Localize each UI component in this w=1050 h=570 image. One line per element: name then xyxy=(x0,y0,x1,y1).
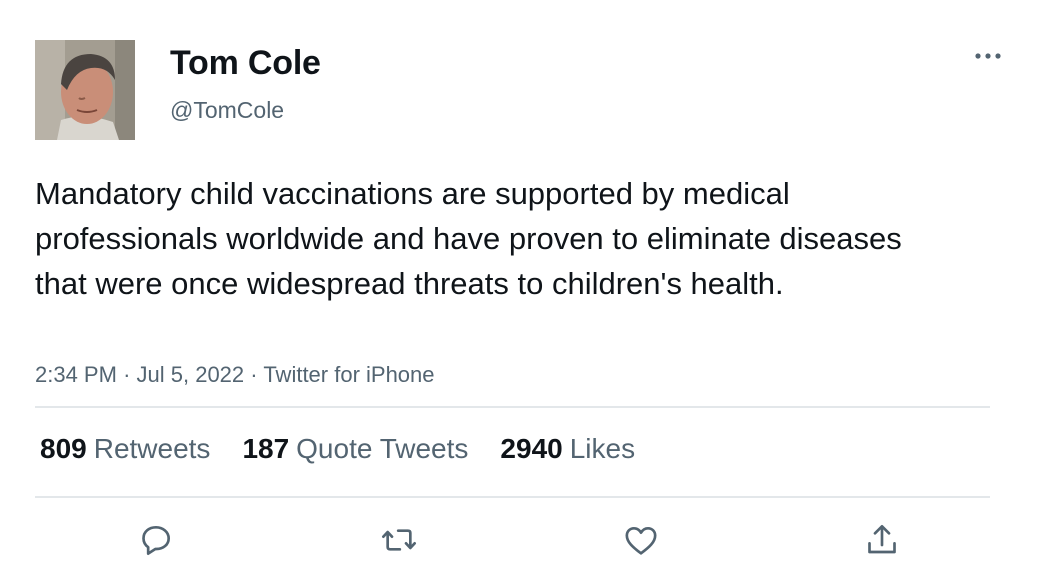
likes-count: 2940 xyxy=(500,433,563,464)
reply-icon xyxy=(142,526,171,555)
meta-separator: · xyxy=(123,362,131,387)
tweet-source[interactable]: Twitter for iPhone xyxy=(263,362,434,387)
tweet-text: Mandatory child vaccinations are support… xyxy=(35,176,902,301)
retweet-button[interactable] xyxy=(377,518,421,562)
author-handle[interactable]: @TomCole xyxy=(170,96,284,124)
more-options-button[interactable] xyxy=(970,44,1006,68)
avatar-photo xyxy=(35,40,135,140)
retweets-label: Retweets xyxy=(93,433,211,464)
likes-label: Likes xyxy=(569,433,636,464)
tweet-meta: 2:34 PM · Jul 5, 2022 · Twitter for iPho… xyxy=(35,362,435,388)
more-horizontal-icon xyxy=(975,53,1001,59)
tweet-time[interactable]: 2:34 PM xyxy=(35,362,117,387)
reply-button[interactable] xyxy=(134,518,178,562)
retweets-count: 809 xyxy=(40,433,87,464)
share-button[interactable] xyxy=(860,518,904,562)
retweet-icon xyxy=(382,529,416,551)
likes-stat[interactable]: 2940 Likes xyxy=(500,432,635,466)
avatar[interactable] xyxy=(35,40,135,140)
tweet-date[interactable]: Jul 5, 2022 xyxy=(137,362,245,387)
author-display-name[interactable]: Tom Cole xyxy=(170,43,321,83)
meta-separator: · xyxy=(250,362,258,387)
retweets-stat[interactable]: 809 Retweets xyxy=(40,432,210,466)
tweet-stats: 809 Retweets 187 Quote Tweets 2940 Likes xyxy=(40,432,667,466)
heart-icon xyxy=(625,527,657,555)
quote-tweets-stat[interactable]: 187 Quote Tweets xyxy=(242,432,468,466)
share-icon xyxy=(868,525,896,554)
divider xyxy=(35,496,990,498)
quote-tweets-label: Quote Tweets xyxy=(296,433,469,464)
divider xyxy=(35,406,990,408)
quote-tweets-count: 187 xyxy=(242,433,290,464)
like-button[interactable] xyxy=(619,518,663,562)
